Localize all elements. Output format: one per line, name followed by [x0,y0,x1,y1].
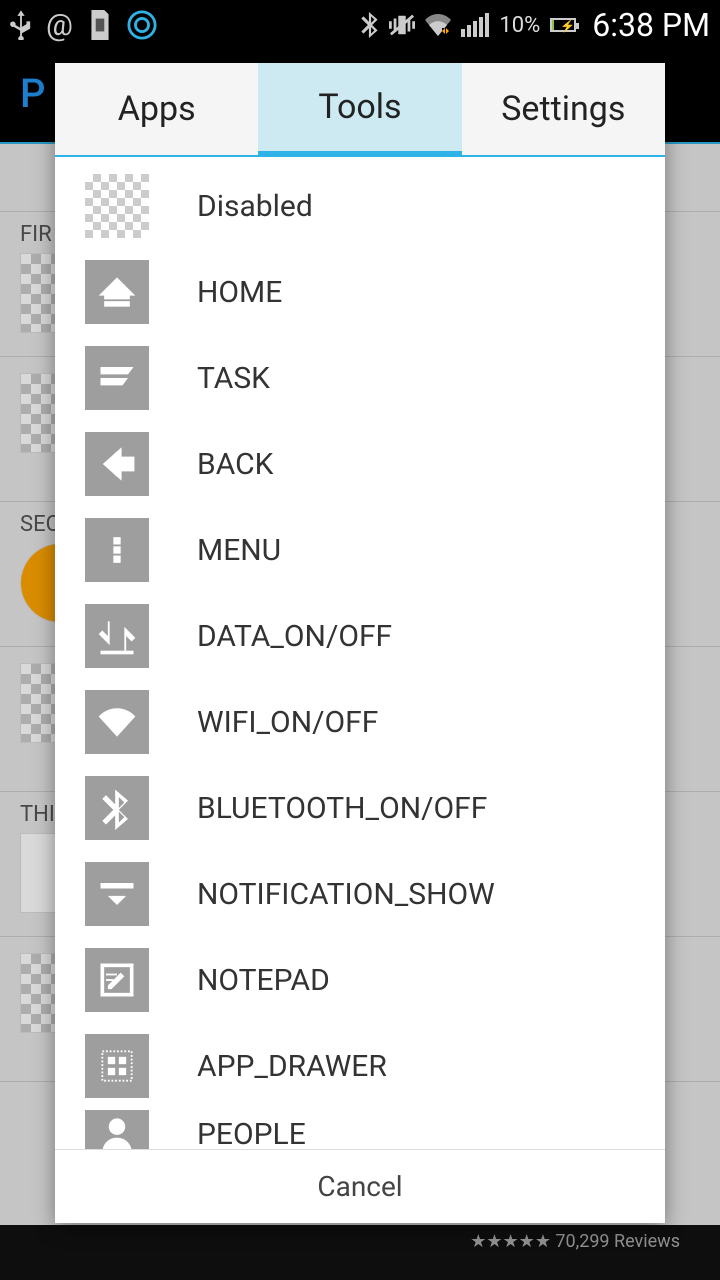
tool-item-home[interactable]: HOME [55,249,665,335]
tool-item-back[interactable]: BACK [55,421,665,507]
selection-dialog: Apps Tools Settings Disabled HOME TASK B… [55,63,665,1223]
tool-label: APP_DRAWER [197,1049,387,1084]
back-icon [85,432,149,496]
status-left: @ [10,8,157,43]
disabled-icon [85,174,149,238]
at-icon: @ [46,8,73,43]
tool-item-notepad[interactable]: NOTEPAD [55,937,665,1023]
signal-icon [461,13,489,37]
tool-label: NOTIFICATION_SHOW [197,877,495,912]
bluetooth-icon [85,776,149,840]
battery-icon: ⚡ [550,18,576,32]
wifi-status-icon [425,14,451,36]
battery-percent: 10% [499,13,540,38]
tool-item-task[interactable]: TASK [55,335,665,421]
usb-icon [10,10,32,40]
tool-label: HOME [197,275,282,310]
vibrate-icon [389,13,415,37]
appdrawer-icon [85,1034,149,1098]
status-bar: @ 10% ⚡ 6:38 PM [0,0,720,50]
dialog-tabs: Apps Tools Settings [55,63,665,157]
home-icon [85,260,149,324]
tool-label: MENU [197,533,281,568]
cancel-button[interactable]: Cancel [55,1149,665,1223]
tool-item-data[interactable]: DATA_ON/OFF [55,593,665,679]
notification-icon [85,862,149,926]
sim-icon [87,10,113,40]
tool-item-menu[interactable]: MENU [55,507,665,593]
bluetooth-status-icon [361,12,379,38]
tool-list[interactable]: Disabled HOME TASK BACK MENU [55,157,665,1149]
tool-item-notification[interactable]: NOTIFICATION_SHOW [55,851,665,937]
tool-label: BLUETOOTH_ON/OFF [197,791,487,826]
tab-tools[interactable]: Tools [258,63,461,157]
ad-banner: ★★★★★ 70,299 Reviews [0,1225,720,1280]
tool-item-bluetooth[interactable]: BLUETOOTH_ON/OFF [55,765,665,851]
tool-label: NOTEPAD [197,963,330,998]
menu-icon [85,518,149,582]
tool-label: WIFI_ON/OFF [197,705,378,740]
tool-label: BACK [197,447,273,482]
people-icon [85,1110,149,1149]
status-right: 10% ⚡ 6:38 PM [361,6,710,44]
data-icon [85,604,149,668]
sync-icon [127,10,157,40]
tab-settings[interactable]: Settings [462,63,665,155]
tool-item-wifi[interactable]: WIFI_ON/OFF [55,679,665,765]
status-time: 6:38 PM [592,6,710,44]
tool-item-people[interactable]: PEOPLE [55,1109,665,1149]
tab-apps[interactable]: Apps [55,63,258,155]
tool-item-appdrawer[interactable]: APP_DRAWER [55,1023,665,1109]
tool-label: Disabled [197,189,313,224]
tool-label: DATA_ON/OFF [197,619,392,654]
tool-label: TASK [197,361,270,396]
task-icon [85,346,149,410]
tool-label: PEOPLE [197,1117,306,1150]
notepad-icon [85,948,149,1012]
wifi-icon [85,690,149,754]
tool-item-disabled[interactable]: Disabled [55,163,665,249]
